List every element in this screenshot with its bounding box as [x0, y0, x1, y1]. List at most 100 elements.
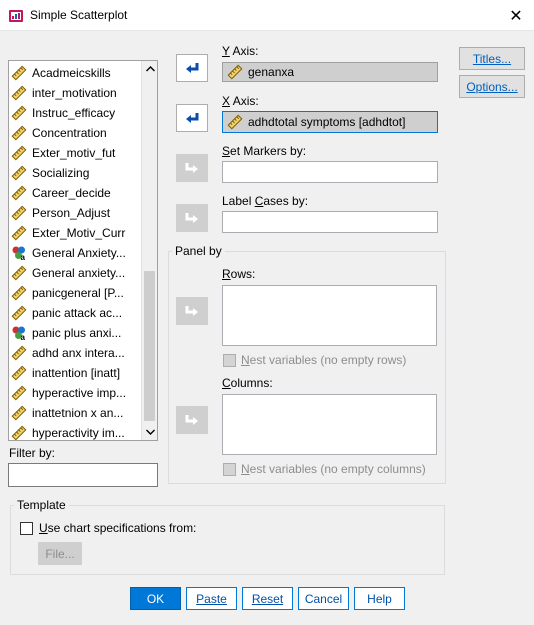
variable-label: Acadmeicskills: [32, 66, 111, 80]
ruler-icon: [11, 365, 27, 381]
variable-list-item[interactable]: Acadmeicskills: [11, 63, 141, 83]
variable-list-item[interactable]: inattetnion x an...: [11, 403, 141, 423]
nest-columns-checkbox[interactable]: [223, 463, 236, 476]
move-to-y-axis-button[interactable]: [176, 54, 208, 82]
cancel-button[interactable]: Cancel: [298, 587, 349, 610]
template-title: Template: [14, 498, 69, 512]
variable-label: General Anxiety...: [32, 246, 126, 260]
file-button[interactable]: File...: [38, 542, 82, 565]
variable-label: Instruc_efficacy: [32, 106, 116, 120]
rows-label: Rows:: [222, 267, 256, 281]
paste-button[interactable]: Paste: [186, 587, 237, 610]
use-chart-spec-checkbox[interactable]: [20, 522, 33, 535]
nominal-icon: a: [12, 246, 26, 261]
ruler-icon: [11, 85, 27, 101]
move-to-label-cases-button[interactable]: [176, 204, 208, 232]
use-chart-spec-label: Use chart specifications from:: [39, 521, 197, 535]
nest-columns-label: Nest variables (no empty columns): [241, 462, 426, 476]
scroll-up-icon[interactable]: [142, 61, 157, 77]
titles-button[interactable]: Titles...: [459, 47, 525, 70]
rows-field[interactable]: [222, 285, 437, 346]
ruler-icon: [11, 285, 27, 301]
svg-text:a: a: [21, 333, 26, 341]
variable-list-item[interactable]: Career_decide: [11, 183, 141, 203]
label-cases-label: Label Cases by:: [222, 194, 309, 208]
variable-label: panicgeneral [P...: [32, 286, 124, 300]
move-to-set-markers-button[interactable]: [176, 154, 208, 182]
use-chart-spec-label-rest: se chart specifications from:: [47, 521, 197, 535]
nest-rows-label-rest: est variables (no empty rows): [249, 353, 407, 367]
variable-list[interactable]: Acadmeicskills inter_motivation Instruc_ef…: [8, 60, 158, 441]
variable-label: hyperactivity im...: [32, 426, 125, 440]
variable-label: hyperactive imp...: [32, 386, 127, 400]
close-button[interactable]: ✕: [498, 0, 534, 31]
variable-list-item[interactable]: Instruc_efficacy: [11, 103, 141, 123]
set-markers-field[interactable]: [222, 161, 438, 183]
move-arrow-icon: [185, 163, 198, 173]
variable-label: Exter_Motiv_Curr: [32, 226, 126, 240]
variable-list-item[interactable]: Socializing: [11, 163, 141, 183]
help-button[interactable]: Help: [354, 587, 405, 610]
scroll-down-icon[interactable]: [142, 424, 157, 440]
ruler-icon: [11, 165, 27, 181]
variable-label: Exter_motiv_fut: [32, 146, 116, 160]
label-cases-field[interactable]: [222, 211, 438, 233]
variable-list-item[interactable]: panicgeneral [P...: [11, 283, 141, 303]
label-cases-label-a: Label: [222, 194, 255, 208]
variable-list-item[interactable]: Exter_motiv_fut: [11, 143, 141, 163]
ruler-icon: [11, 125, 27, 141]
y-axis-value: genanxa: [248, 65, 295, 79]
columns-label-rest: olumns:: [230, 376, 273, 390]
ruler-icon: [11, 425, 27, 440]
move-arrow-icon: [186, 63, 199, 73]
variable-list-item[interactable]: adhd anx intera...: [11, 343, 141, 363]
window-title: Simple Scatterplot: [30, 8, 128, 22]
variable-list-scrollbar[interactable]: [141, 61, 157, 440]
title-bar: Simple Scatterplot ✕: [0, 0, 534, 31]
ruler-icon: [11, 345, 27, 361]
spss-app-icon: [9, 10, 23, 22]
variable-list-item[interactable]: a panic plus anxi...: [11, 323, 141, 343]
columns-field[interactable]: [222, 394, 437, 455]
ruler-icon: [11, 65, 27, 81]
rows-label-rest: ows:: [230, 267, 256, 281]
variable-list-item[interactable]: inter_motivation: [11, 83, 141, 103]
variable-list-item[interactable]: hyperactivity im...: [11, 423, 141, 440]
variable-label: Socializing: [32, 166, 90, 180]
variable-label: panic attack ac...: [32, 306, 123, 320]
variable-label: Person_Adjust: [32, 206, 111, 220]
ruler-icon: [11, 305, 27, 321]
variable-label: Concentration: [32, 126, 107, 140]
label-cases-label-rest: ases by:: [263, 194, 309, 208]
move-to-x-axis-button[interactable]: [176, 104, 208, 132]
ruler-icon: [11, 385, 27, 401]
variable-list-item[interactable]: panic attack ac...: [11, 303, 141, 323]
move-arrow-icon: [185, 213, 198, 223]
variable-list-item[interactable]: hyperactive imp...: [11, 383, 141, 403]
filter-label: Filter by:: [9, 446, 56, 460]
y-axis-field[interactable]: genanxa: [222, 62, 438, 82]
variable-list-item[interactable]: Concentration: [11, 123, 141, 143]
filter-input[interactable]: [8, 463, 158, 487]
variable-list-item[interactable]: inattention [inatt]: [11, 363, 141, 383]
reset-button[interactable]: Reset: [242, 587, 293, 610]
variable-label: inattention [inatt]: [32, 366, 121, 380]
ruler-icon: [11, 145, 27, 161]
variable-list-item[interactable]: Person_Adjust: [11, 203, 141, 223]
variable-list-item[interactable]: a General Anxiety...: [11, 243, 141, 263]
nest-columns-label-rest: est variables (no empty columns): [249, 462, 426, 476]
variable-list-item[interactable]: Exter_Motiv_Curr: [11, 223, 141, 243]
nest-rows-checkbox[interactable]: [223, 354, 236, 367]
scroll-thumb[interactable]: [144, 271, 155, 421]
variable-label: inter_motivation: [32, 86, 117, 100]
options-button[interactable]: Options...: [459, 75, 525, 98]
x-axis-value: adhdtotal symptoms [adhdtot]: [248, 115, 406, 129]
variable-label: inattetnion x an...: [32, 406, 124, 420]
ok-button[interactable]: OK: [130, 587, 181, 610]
x-axis-field[interactable]: adhdtotal symptoms [adhdtot]: [222, 111, 438, 133]
variable-label: adhd anx intera...: [32, 346, 125, 360]
ruler-icon: [227, 64, 243, 80]
ruler-icon: [11, 265, 27, 281]
ruler-icon: [11, 105, 27, 121]
variable-list-item[interactable]: General anxiety...: [11, 263, 141, 283]
